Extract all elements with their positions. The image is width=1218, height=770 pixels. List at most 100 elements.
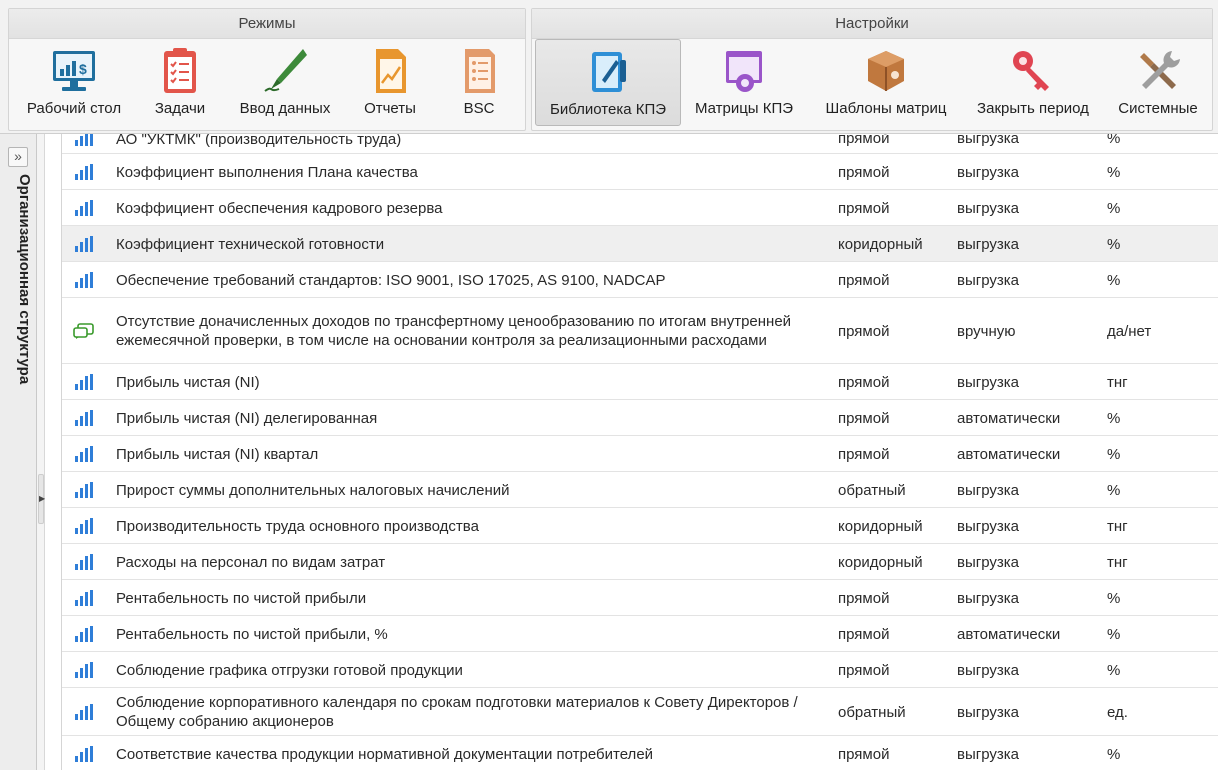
kpi-type: обратный bbox=[838, 481, 906, 499]
table-row[interactable]: Соответствие качества продукции норматив… bbox=[62, 736, 1218, 770]
kpi-type: коридорный bbox=[838, 517, 923, 535]
kpi-type: прямой bbox=[838, 134, 890, 147]
kpi-type: прямой bbox=[838, 322, 890, 340]
close-period-button[interactable]: Закрыть период bbox=[965, 39, 1101, 129]
splitter-collapse-handle[interactable]: ▶ bbox=[38, 474, 45, 524]
bar-chart-icon bbox=[75, 704, 93, 720]
tools-wrench-icon bbox=[1140, 51, 1180, 89]
kpi-unit: % bbox=[1107, 134, 1121, 147]
table-row[interactable]: Коэффициент выполнения Плана качества пря… bbox=[62, 154, 1218, 190]
bsc-button[interactable]: BSC bbox=[435, 39, 523, 129]
library-book-icon bbox=[592, 52, 626, 92]
kpi-source: автоматически bbox=[957, 625, 1061, 643]
row-icon-cell bbox=[70, 364, 98, 400]
chat-icon bbox=[73, 323, 95, 339]
report-document-icon bbox=[376, 49, 406, 93]
kpi-matrices-button-label: Матрицы КПЭ bbox=[694, 100, 794, 117]
panel-splitter[interactable]: ▶ bbox=[37, 134, 45, 770]
row-icon-cell bbox=[70, 544, 98, 580]
system-button-label: Системные bbox=[1118, 100, 1198, 117]
table-row[interactable]: Рентабельность по чистой прибыли прямой вы… bbox=[62, 580, 1218, 616]
row-icon-cell bbox=[70, 190, 98, 226]
kpi-type: прямой bbox=[838, 445, 890, 463]
kpi-type: прямой bbox=[838, 661, 890, 679]
kpi-type: прямой bbox=[838, 745, 890, 763]
bar-chart-icon bbox=[75, 272, 93, 288]
kpi-name: АО "УКТМК" (производительность труда) bbox=[116, 134, 402, 148]
kpi-type: прямой bbox=[838, 163, 890, 181]
settings-group-title: Настройки bbox=[532, 9, 1212, 39]
tasks-button[interactable]: Задачи bbox=[139, 39, 221, 129]
bsc-scorecard-icon bbox=[465, 49, 495, 93]
table-row[interactable]: Производительность труда основного произ… bbox=[62, 508, 1218, 544]
kpi-unit: ед. bbox=[1107, 703, 1128, 721]
svg-text:$: $ bbox=[79, 61, 87, 77]
kpi-unit: % bbox=[1107, 745, 1121, 763]
kpi-library-button[interactable]: Библиотека КПЭ bbox=[535, 39, 681, 126]
org-structure-label[interactable]: Организационная структура bbox=[3, 174, 33, 554]
kpi-name: Коэффициент технической готовности bbox=[116, 235, 385, 253]
kpi-name: Производительность труда основного произ… bbox=[116, 517, 479, 535]
kpi-unit: % bbox=[1107, 481, 1121, 499]
system-button[interactable]: Системные bbox=[1106, 39, 1210, 129]
expand-panel-button[interactable]: » bbox=[8, 147, 28, 167]
kpi-type: прямой bbox=[838, 625, 890, 643]
table-row[interactable]: Соблюдение корпоративного календаря по с… bbox=[62, 688, 1218, 736]
kpi-unit: % bbox=[1107, 409, 1121, 427]
kpi-source: автоматически bbox=[957, 409, 1061, 427]
kpi-source: выгрузка bbox=[957, 199, 1020, 217]
kpi-name: Соответствие качества продукции норматив… bbox=[116, 745, 654, 763]
kpi-matrices-button[interactable]: Матрицы КПЭ bbox=[685, 39, 803, 129]
kpi-source: выгрузка bbox=[957, 373, 1020, 391]
kpi-type: прямой bbox=[838, 199, 890, 217]
kpi-unit: % bbox=[1107, 661, 1121, 679]
kpi-name: Прибыль чистая (NI) bbox=[116, 373, 260, 391]
row-icon-cell bbox=[70, 400, 98, 436]
row-icon-cell bbox=[70, 154, 98, 190]
reports-button-label: Отчеты bbox=[364, 100, 416, 117]
task-checklist-icon bbox=[164, 48, 196, 93]
table-row[interactable]: Коэффициент технической готовности коридо… bbox=[62, 226, 1218, 262]
row-icon-cell bbox=[70, 616, 98, 652]
matrix-templates-button[interactable]: Шаблоны матриц bbox=[813, 39, 959, 129]
table-row[interactable]: Коэффициент обеспечения кадрового резерв… bbox=[62, 190, 1218, 226]
kpi-type: коридорный bbox=[838, 235, 923, 253]
row-icon-cell bbox=[70, 436, 98, 472]
kpi-source: вручную bbox=[957, 322, 1016, 340]
kpi-type: прямой bbox=[838, 409, 890, 427]
desktop-button-label: Рабочий стол bbox=[26, 100, 122, 117]
data-entry-button[interactable]: Ввод данных bbox=[225, 39, 345, 129]
table-row[interactable]: Отсутствие доначисленных доходов по тран… bbox=[62, 298, 1218, 364]
kpi-source: выгрузка bbox=[957, 235, 1020, 253]
bar-chart-icon bbox=[75, 200, 93, 216]
bar-chart-icon bbox=[75, 236, 93, 252]
desktop-button[interactable]: $ Рабочий стол bbox=[13, 39, 135, 129]
kpi-name: Рентабельность по чистой прибыли, % bbox=[116, 625, 388, 643]
kpi-type: прямой bbox=[838, 271, 890, 289]
bar-chart-icon bbox=[75, 446, 93, 462]
row-icon-cell bbox=[70, 298, 98, 364]
kpi-name: Расходы на персонал по видам затрат bbox=[116, 553, 386, 571]
table-row[interactable]: Рентабельность по чистой прибыли, % прямо… bbox=[62, 616, 1218, 652]
table-row[interactable]: АО "УКТМК" (производительность труда) пря… bbox=[62, 134, 1218, 154]
row-icon-cell bbox=[70, 508, 98, 544]
table-row[interactable]: Прибыль чистая (NI) делегированная прямой… bbox=[62, 400, 1218, 436]
table-row[interactable]: Прибыль чистая (NI) прямой выгрузка тнг bbox=[62, 364, 1218, 400]
pen-input-icon bbox=[264, 49, 307, 92]
kpi-name: Коэффициент выполнения Плана качества bbox=[116, 163, 418, 181]
kpi-name: Соблюдение корпоративного календаря по с… bbox=[116, 694, 798, 730]
ribbon-toolbar: Режимы $ Рабочий стол Задачи Ввод данных… bbox=[0, 0, 1218, 134]
reports-button[interactable]: Отчеты bbox=[349, 39, 431, 129]
bar-chart-icon bbox=[75, 554, 93, 570]
table-row[interactable]: Обеспечение требований стандартов: ISO 9… bbox=[62, 262, 1218, 298]
data-entry-button-label: Ввод данных bbox=[239, 100, 331, 117]
kpi-table: АО "УКТМК" (производительность труда) пря… bbox=[62, 134, 1218, 770]
table-row[interactable]: Расходы на персонал по видам затрат корид… bbox=[62, 544, 1218, 580]
kpi-name: Соблюдение графика отгрузки готовой прод… bbox=[116, 661, 463, 679]
table-row[interactable]: Прирост суммы дополнительных налоговых н… bbox=[62, 472, 1218, 508]
kpi-unit: % bbox=[1107, 199, 1121, 217]
table-row[interactable]: Прибыль чистая (NI) квартал прямой автомат… bbox=[62, 436, 1218, 472]
table-row[interactable]: Соблюдение графика отгрузки готовой прод… bbox=[62, 652, 1218, 688]
kpi-unit: % bbox=[1107, 625, 1121, 643]
bsc-button-label: BSC bbox=[463, 100, 495, 117]
